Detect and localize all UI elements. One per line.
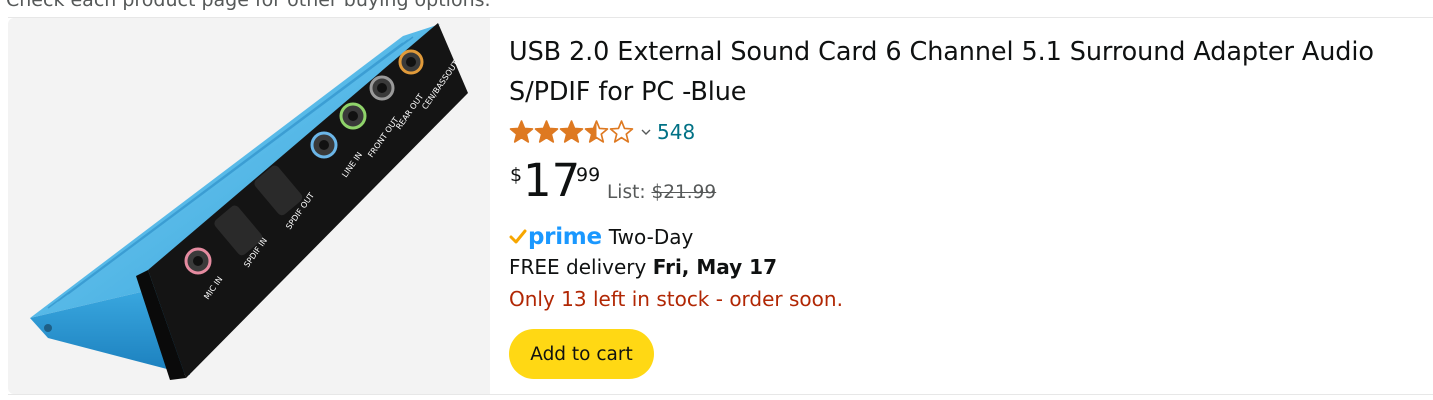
list-price: List: $21.99 bbox=[607, 182, 716, 203]
star-icon bbox=[559, 120, 584, 143]
star-rating[interactable] bbox=[509, 119, 634, 145]
star-icon bbox=[584, 120, 609, 143]
top-note: Check each product page for other buying… bbox=[6, 0, 491, 11]
add-to-cart-button[interactable]: Add to cart bbox=[509, 329, 654, 379]
product-title[interactable]: USB 2.0 External Sound Card 6 Channel 5.… bbox=[509, 32, 1424, 112]
prime-word: prime bbox=[528, 224, 602, 250]
delivery-info: FREE delivery Fri, May 17 bbox=[509, 255, 777, 279]
prime-delivery-speed: Two-Day bbox=[608, 225, 694, 249]
star-icon bbox=[509, 120, 534, 143]
price-currency: $ bbox=[510, 164, 523, 186]
sound-card-picture: MIC IN SPDIF IN SPDIF OUT LINE IN FRONT … bbox=[30, 23, 468, 380]
rating-count-link[interactable]: 548 bbox=[657, 120, 695, 144]
list-price-value: $21.99 bbox=[651, 182, 717, 203]
delivery-date: Fri, May 17 bbox=[652, 255, 777, 279]
product-image[interactable]: MIC IN SPDIF IN SPDIF OUT LINE IN FRONT … bbox=[8, 18, 490, 394]
price-fraction: 99 bbox=[576, 164, 601, 186]
chevron-down-icon[interactable] bbox=[641, 128, 651, 136]
star-icon bbox=[534, 120, 559, 143]
prime-badge: prime Two-Day bbox=[509, 222, 693, 252]
stock-message: Only 13 left in stock - order soon. bbox=[509, 287, 843, 311]
product-card: MIC IN SPDIF IN SPDIF OUT LINE IN FRONT … bbox=[8, 17, 1433, 395]
prime-logo: prime bbox=[509, 224, 602, 250]
price-whole: 17 bbox=[523, 154, 581, 207]
list-price-label: List: bbox=[607, 182, 646, 203]
delivery-prefix: FREE delivery bbox=[509, 255, 647, 279]
prime-check-icon bbox=[509, 229, 527, 244]
rating-row[interactable]: 548 bbox=[509, 118, 695, 146]
star-icon bbox=[609, 120, 634, 143]
